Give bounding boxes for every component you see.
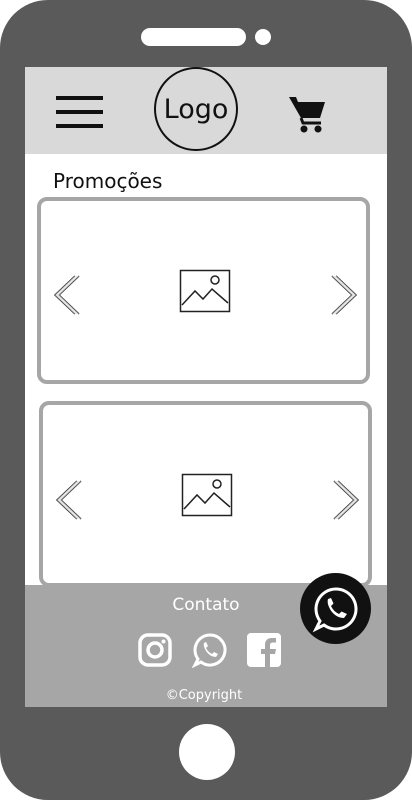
promo-carousel — [37, 197, 370, 384]
chevron-right-icon[interactable] — [330, 274, 362, 316]
chevron-right-icon[interactable] — [332, 479, 364, 521]
copyright-text: ©Copyright — [165, 688, 243, 703]
whatsapp-floating-button[interactable] — [300, 573, 371, 644]
promo-carousel — [39, 401, 372, 587]
shopping-cart-icon[interactable] — [287, 93, 329, 135]
chevron-left-icon[interactable] — [51, 479, 83, 521]
phone-home-button[interactable] — [179, 724, 235, 780]
section-title: Promoções — [53, 169, 163, 193]
phone-camera — [255, 29, 271, 45]
phone-frame: Logo Promoções Contato ©Copyright — [0, 0, 412, 800]
hamburger-menu-icon[interactable] — [56, 96, 103, 129]
instagram-icon[interactable] — [137, 632, 173, 668]
whatsapp-icon — [312, 586, 357, 632]
image-placeholder-icon — [181, 473, 233, 517]
phone-speaker — [141, 28, 246, 46]
app-header: Logo — [25, 67, 387, 154]
chevron-left-icon[interactable] — [49, 274, 81, 316]
whatsapp-icon[interactable] — [191, 632, 228, 669]
logo-label: Logo — [163, 93, 229, 125]
logo[interactable]: Logo — [154, 67, 238, 151]
image-placeholder-icon — [179, 269, 231, 313]
facebook-icon[interactable] — [246, 632, 282, 668]
